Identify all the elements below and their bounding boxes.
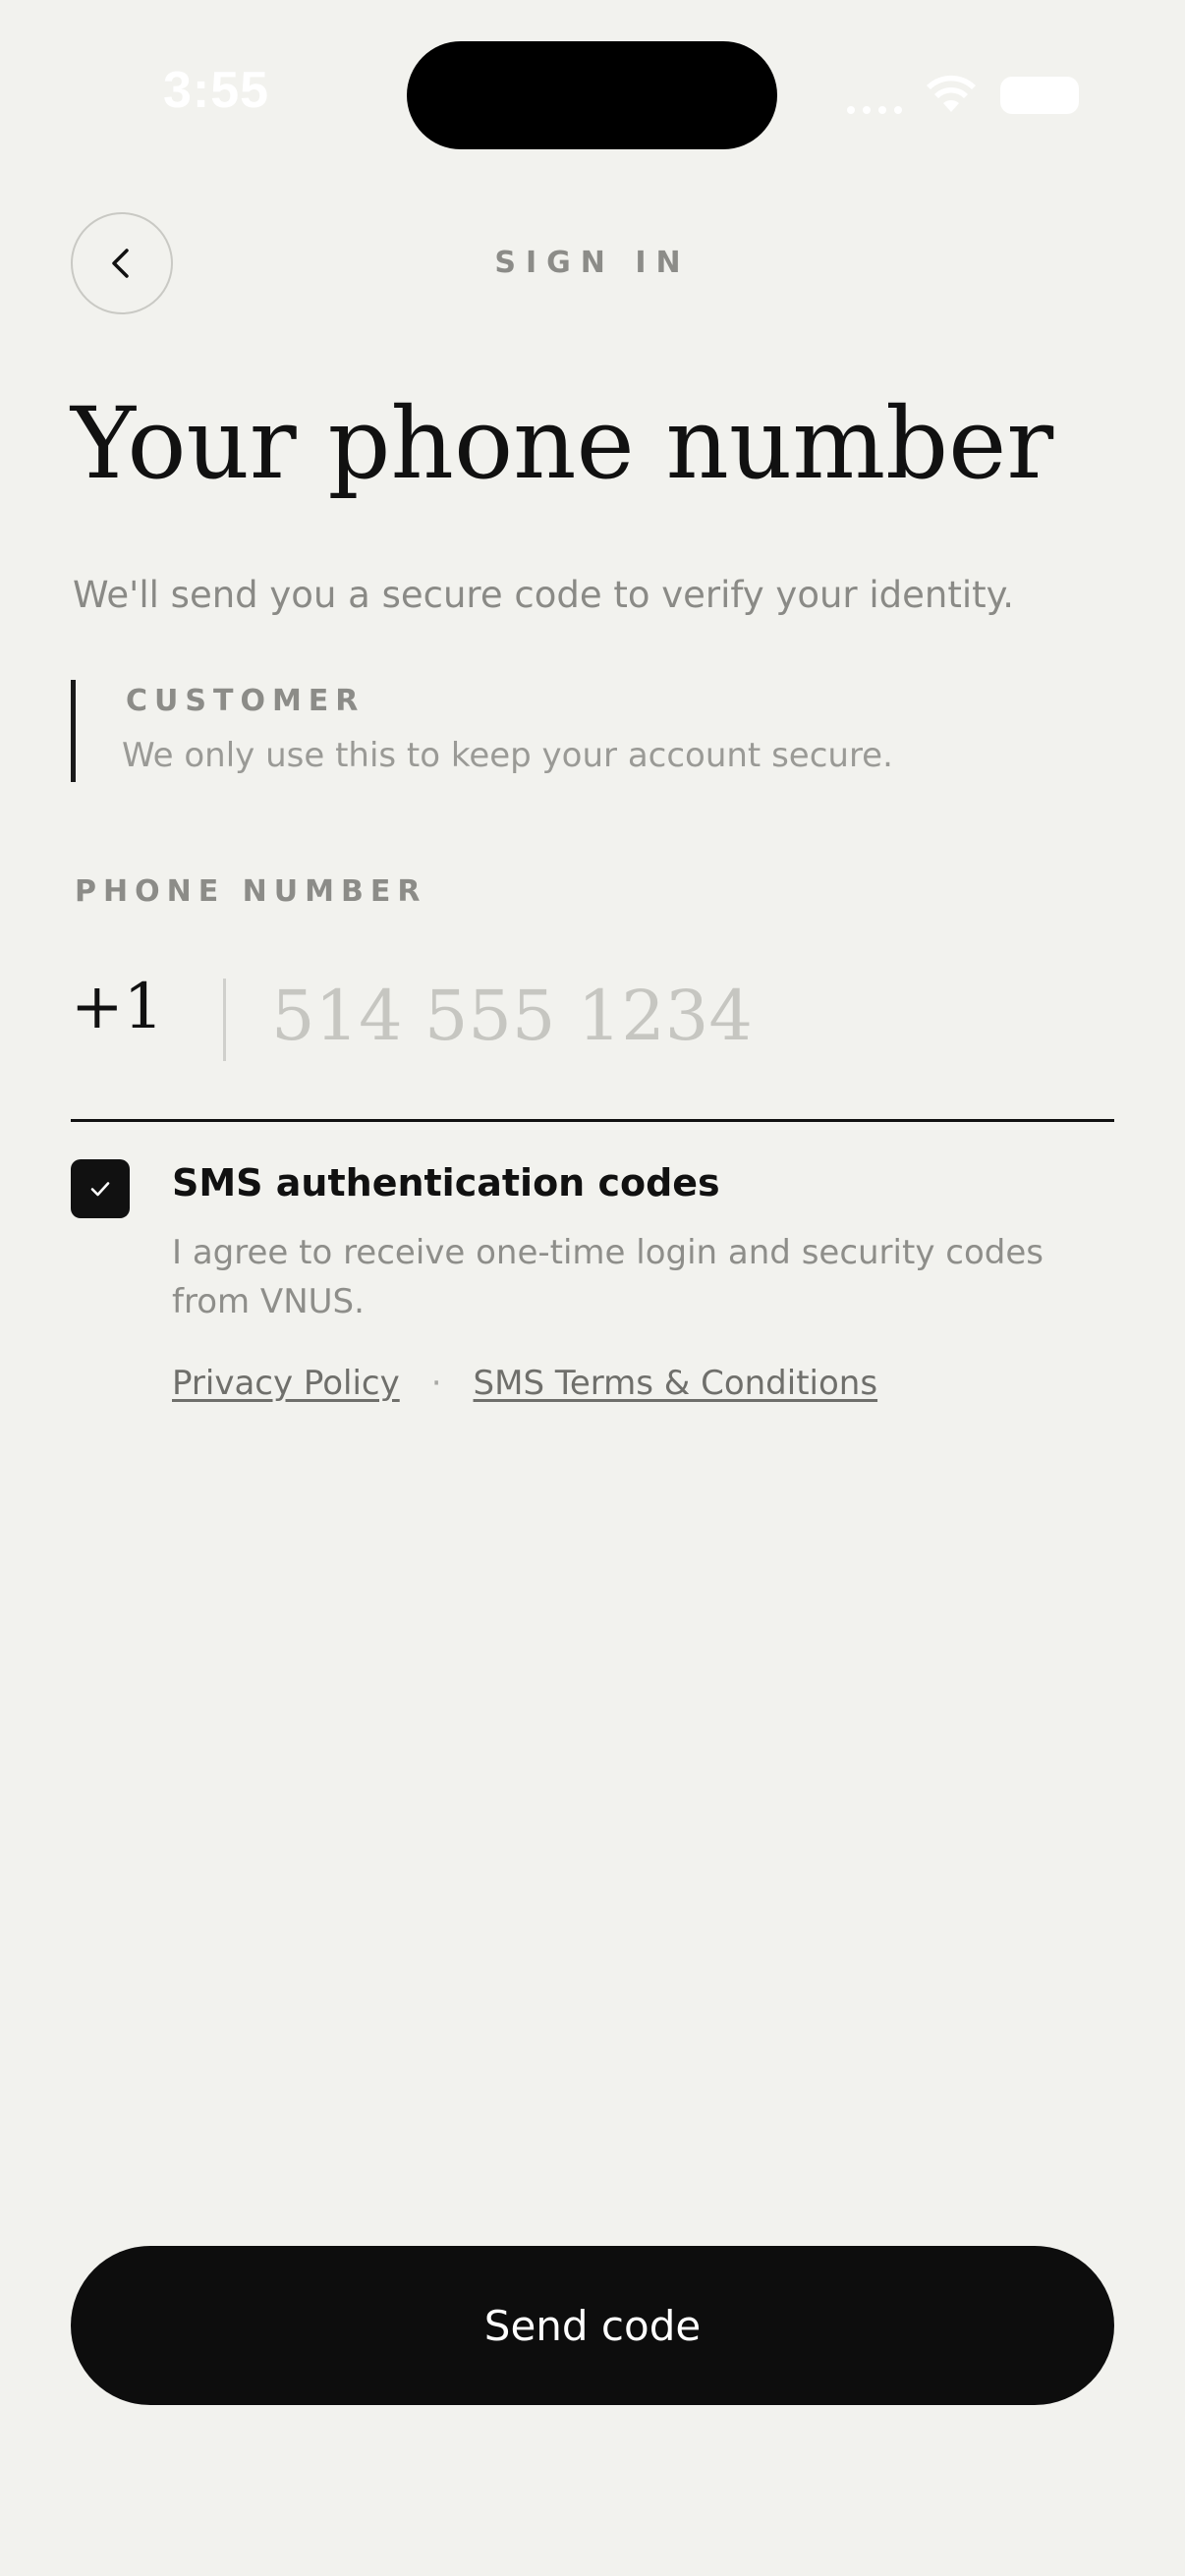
customer-text: We only use this to keep your account se… xyxy=(122,736,893,775)
status-time: 3:55 xyxy=(163,62,270,119)
link-separator: · xyxy=(430,1364,442,1403)
phone-underline xyxy=(71,1119,1114,1122)
wifi-icon xyxy=(927,75,976,112)
phone-divider xyxy=(223,979,226,1061)
privacy-policy-link[interactable]: Privacy Policy xyxy=(172,1364,400,1403)
header-title: SIGN IN xyxy=(494,246,691,280)
checkmark-icon xyxy=(90,1182,110,1197)
consent-title: SMS authentication codes xyxy=(172,1161,720,1204)
phone-number-label: PHONE NUMBER xyxy=(75,874,427,909)
customer-note: CUSTOMER We only use this to keep your a… xyxy=(71,680,893,782)
sms-consent-checkbox[interactable] xyxy=(71,1159,130,1218)
battery-icon xyxy=(1000,77,1079,114)
customer-label: CUSTOMER xyxy=(126,684,366,718)
consent-text: I agree to receive one-time login and se… xyxy=(172,1233,1044,1321)
dynamic-island xyxy=(407,41,777,149)
country-code[interactable]: +1 xyxy=(71,971,163,1043)
cellular-signal-icon xyxy=(847,106,902,114)
send-code-button[interactable]: Send code xyxy=(71,2246,1114,2405)
page-title: Your phone number xyxy=(71,386,1054,501)
phone-number-input[interactable] xyxy=(271,967,1106,1065)
sms-terms-link[interactable]: SMS Terms & Conditions xyxy=(474,1364,878,1403)
page-subtitle: We'll send you a secure code to verify y… xyxy=(73,574,1015,616)
legal-links: Privacy Policy · SMS Terms & Conditions xyxy=(172,1364,877,1403)
